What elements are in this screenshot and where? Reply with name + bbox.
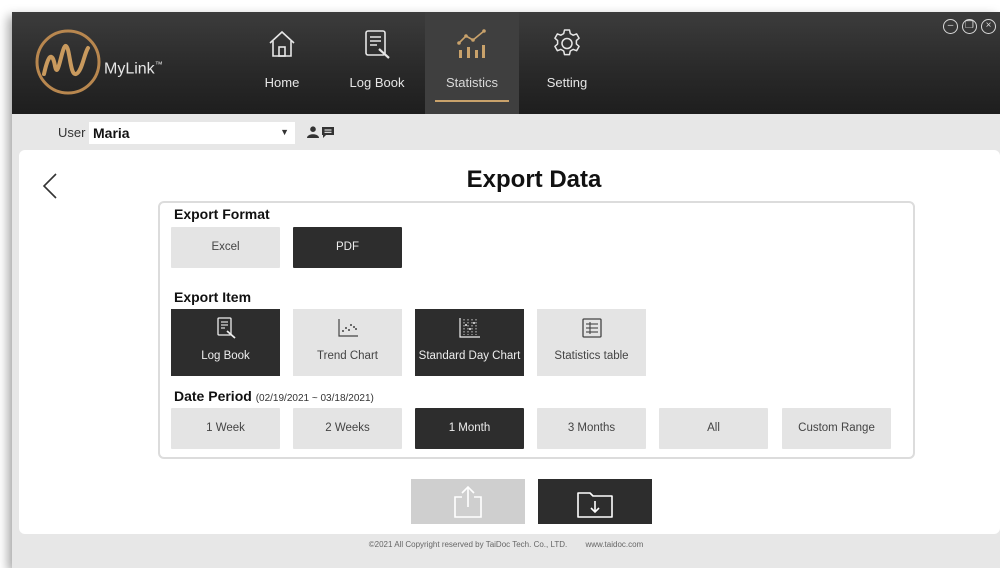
minimize-icon[interactable]: – (943, 19, 958, 34)
item-statistics-table-button[interactable]: Statistics table (537, 309, 646, 376)
user-row: User Maria ▼ (12, 114, 1000, 150)
logbook-icon (365, 30, 390, 59)
top-navigation-bar: MyLink™ Home Log Book Statistics Setting… (12, 12, 1000, 114)
message-icon[interactable] (321, 126, 335, 138)
period-1-week-button[interactable]: 1 Week (171, 408, 280, 449)
nav-home[interactable]: Home (235, 12, 329, 114)
nav-statistics[interactable]: Statistics (425, 12, 519, 114)
app-name: MyLink™ (104, 60, 163, 78)
logbook-icon (217, 317, 236, 339)
date-period-range: (02/19/2021 ~ 03/18/2021) (255, 393, 374, 404)
close-icon[interactable]: × (981, 19, 996, 34)
standard-day-chart-icon (459, 318, 480, 338)
nav-logbook[interactable]: Log Book (330, 12, 424, 114)
period-3-months-button[interactable]: 3 Months (537, 408, 646, 449)
page-title: Export Data (466, 166, 602, 193)
user-label: User (58, 125, 86, 140)
date-period-title: Date Period (174, 388, 252, 404)
item-statistics-table-label: Statistics table (554, 350, 629, 362)
share-button[interactable] (411, 479, 525, 524)
user-profile-icon[interactable] (306, 126, 320, 138)
export-panel: Export Data Export Format Excel PDF Expo… (19, 150, 1000, 534)
format-pdf-button[interactable]: PDF (293, 227, 402, 268)
gear-icon (554, 29, 580, 56)
export-options-box: Export Format Excel PDF Export Item Log … (158, 201, 915, 459)
item-trend-chart-button[interactable]: Trend Chart (293, 309, 402, 376)
item-standard-day-chart-label: Standard Day Chart (418, 350, 521, 362)
website-link[interactable]: www.taidoc.com (585, 540, 643, 549)
chevron-down-icon: ▼ (280, 127, 289, 137)
period-2-weeks-button[interactable]: 2 Weeks (293, 408, 402, 449)
item-logbook-label: Log Book (201, 350, 250, 362)
nav-home-label: Home (264, 75, 300, 90)
item-logbook-button[interactable]: Log Book (171, 309, 280, 376)
user-select[interactable]: Maria ▼ (89, 122, 295, 144)
period-all-button[interactable]: All (659, 408, 768, 449)
save-to-folder-icon (577, 492, 613, 518)
item-trend-chart-label: Trend Chart (317, 350, 378, 362)
export-item-heading: Export Item (174, 289, 252, 305)
nav-setting[interactable]: Setting (520, 12, 614, 114)
statistics-icon (457, 29, 486, 58)
user-select-value: Maria (93, 125, 130, 141)
export-format-heading: Export Format (174, 206, 270, 222)
share-icon (454, 485, 482, 518)
mylink-logo-icon (35, 29, 101, 95)
footer: ©2021 All Copyright reserved by TaiDoc T… (12, 540, 1000, 549)
period-1-month-button[interactable]: 1 Month (415, 408, 524, 449)
restore-icon[interactable]: ❐ (962, 19, 977, 34)
nav-setting-label: Setting (546, 75, 588, 90)
home-icon (269, 30, 295, 57)
table-icon (582, 318, 602, 338)
item-standard-day-chart-button[interactable]: Standard Day Chart (415, 309, 524, 376)
active-tab-indicator (435, 100, 509, 102)
period-custom-range-button[interactable]: Custom Range (782, 408, 891, 449)
copyright-text: ©2021 All Copyright reserved by TaiDoc T… (368, 540, 568, 549)
date-period-heading: Date Period (02/19/2021 ~ 03/18/2021) (174, 388, 374, 404)
app-window: MyLink™ Home Log Book Statistics Setting… (12, 12, 1000, 568)
nav-logbook-label: Log Book (349, 75, 405, 90)
nav-statistics-label: Statistics (445, 75, 498, 90)
scatter-chart-icon (338, 319, 358, 337)
save-to-folder-button[interactable] (538, 479, 652, 524)
format-excel-button[interactable]: Excel (171, 227, 280, 268)
